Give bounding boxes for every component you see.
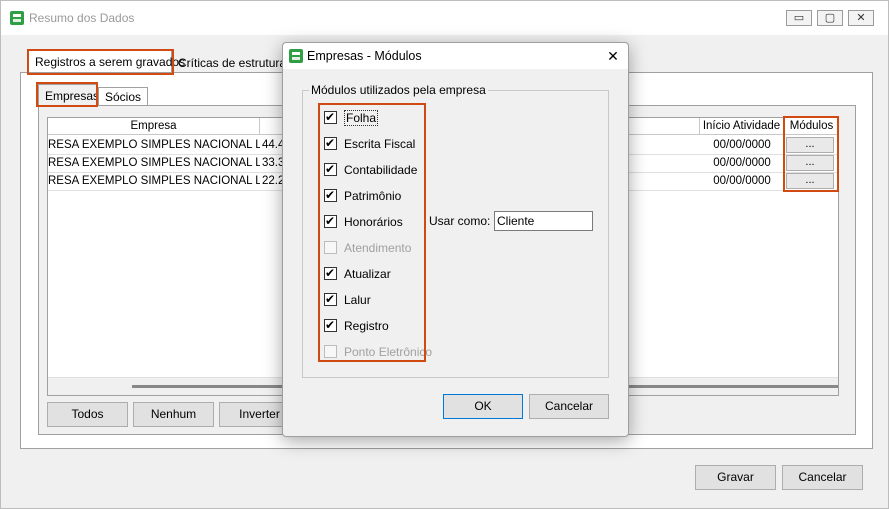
cell-empresa: RESA EXEMPLO SIMPLES NACIONAL LTDA bbox=[48, 157, 260, 169]
modulos-button[interactable]: ... bbox=[786, 173, 834, 189]
app-icon bbox=[10, 11, 24, 25]
checkbox-box[interactable] bbox=[324, 213, 337, 229]
cell-inicio: 00/00/0000 bbox=[713, 139, 771, 151]
checkbox-label: Folha bbox=[344, 110, 379, 126]
dialog-close-button[interactable]: ✕ bbox=[601, 45, 625, 67]
checkbox-label: Atualizar bbox=[344, 267, 391, 281]
checkbox-box[interactable] bbox=[324, 187, 337, 203]
checkbox-label: Patrimônio bbox=[344, 189, 402, 203]
checkbox-escrita-fiscal[interactable]: Escrita Fiscal bbox=[324, 135, 416, 152]
checkbox-box[interactable] bbox=[324, 291, 337, 307]
checkbox-honorarios[interactable]: Honorários bbox=[324, 213, 414, 230]
checkbox-folha[interactable]: Folha bbox=[324, 109, 404, 126]
minimize-icon: ▭ bbox=[793, 12, 805, 24]
cell-inicio: 00/00/0000 bbox=[713, 175, 771, 187]
header-inicio-atividade: Início Atividade bbox=[700, 118, 784, 135]
maximize-icon: ▢ bbox=[824, 12, 836, 24]
cell-empresa: RESA EXEMPLO SIMPLES NACIONAL LTDA bbox=[48, 175, 260, 187]
close-icon: ✕ bbox=[607, 48, 619, 64]
usar-como-input[interactable]: Cliente bbox=[494, 211, 593, 231]
cancelar-button[interactable]: Cancelar bbox=[782, 465, 863, 490]
todos-button[interactable]: Todos bbox=[47, 402, 128, 427]
header-empresa: Empresa bbox=[48, 118, 260, 135]
checkbox-patrimonio[interactable]: Patrimônio bbox=[324, 187, 414, 204]
checkbox-label: Honorários bbox=[344, 215, 403, 229]
gravar-button[interactable]: Gravar bbox=[695, 465, 776, 490]
main-title-bar: Resumo dos Dados ▭ ▢ ✕ bbox=[1, 1, 888, 35]
checkbox-label: Ponto Eletrônico bbox=[344, 345, 433, 359]
checkbox-box[interactable] bbox=[324, 345, 337, 358]
tab-registros[interactable]: Registros a serem gravados bbox=[28, 50, 185, 72]
modulos-button[interactable]: ... bbox=[786, 155, 834, 171]
checkbox-label: Contabilidade bbox=[344, 163, 418, 177]
checkbox-label: Registro bbox=[344, 319, 389, 333]
checkbox-box[interactable] bbox=[324, 109, 337, 125]
modulos-button[interactable]: ... bbox=[786, 137, 834, 153]
tab-socios[interactable]: Sócios bbox=[98, 87, 149, 106]
checkbox-box[interactable] bbox=[324, 161, 337, 177]
checkbox-box[interactable] bbox=[324, 317, 337, 333]
checkbox-contabilidade[interactable]: Contabilidade bbox=[324, 161, 418, 178]
usar-como-label: Usar como: bbox=[429, 214, 491, 228]
close-icon: ✕ bbox=[856, 12, 866, 24]
checkbox-ponto-eletronico[interactable]: Ponto Eletrônico bbox=[324, 344, 432, 360]
tab-empresas[interactable]: Empresas bbox=[38, 84, 99, 106]
dialog-title-bar: Empresas - Módulos ✕ bbox=[283, 43, 628, 69]
window-title: Resumo dos Dados bbox=[29, 11, 135, 25]
dialog-cancel-button[interactable]: Cancelar bbox=[529, 394, 609, 419]
minimize-button[interactable]: ▭ bbox=[786, 10, 812, 26]
cell-inicio: 00/00/0000 bbox=[713, 157, 771, 169]
nenhum-button[interactable]: Nenhum bbox=[133, 402, 214, 427]
maximize-button[interactable]: ▢ bbox=[817, 10, 843, 26]
checkbox-label: Atendimento bbox=[344, 241, 412, 255]
checkbox-registro[interactable]: Registro bbox=[324, 317, 414, 334]
close-button[interactable]: ✕ bbox=[848, 10, 874, 26]
groupbox-legend: Módulos utilizados pela empresa bbox=[309, 83, 488, 97]
modulos-dialog: Empresas - Módulos ✕ Módulos utilizados … bbox=[282, 42, 629, 437]
checkbox-box[interactable] bbox=[324, 135, 337, 151]
tab-criticas[interactable]: Críticas de estruturas bbox=[172, 52, 298, 74]
checkbox-label: Lalur bbox=[344, 293, 371, 307]
header-modulos: Módulos bbox=[784, 118, 838, 135]
checkbox-label: Escrita Fiscal bbox=[344, 137, 416, 151]
ok-button[interactable]: OK bbox=[443, 394, 523, 419]
checkbox-box[interactable] bbox=[324, 265, 337, 281]
checkbox-atualizar[interactable]: Atualizar bbox=[324, 265, 414, 282]
checkbox-atendimento[interactable]: Atendimento bbox=[324, 240, 414, 256]
dialog-app-icon bbox=[289, 49, 303, 63]
cell-empresa: RESA EXEMPLO SIMPLES NACIONAL LTDA bbox=[48, 139, 260, 151]
checkbox-box[interactable] bbox=[324, 241, 337, 254]
dialog-title: Empresas - Módulos bbox=[307, 49, 422, 63]
modulos-groupbox bbox=[302, 90, 609, 378]
checkbox-lalur[interactable]: Lalur bbox=[324, 291, 414, 308]
